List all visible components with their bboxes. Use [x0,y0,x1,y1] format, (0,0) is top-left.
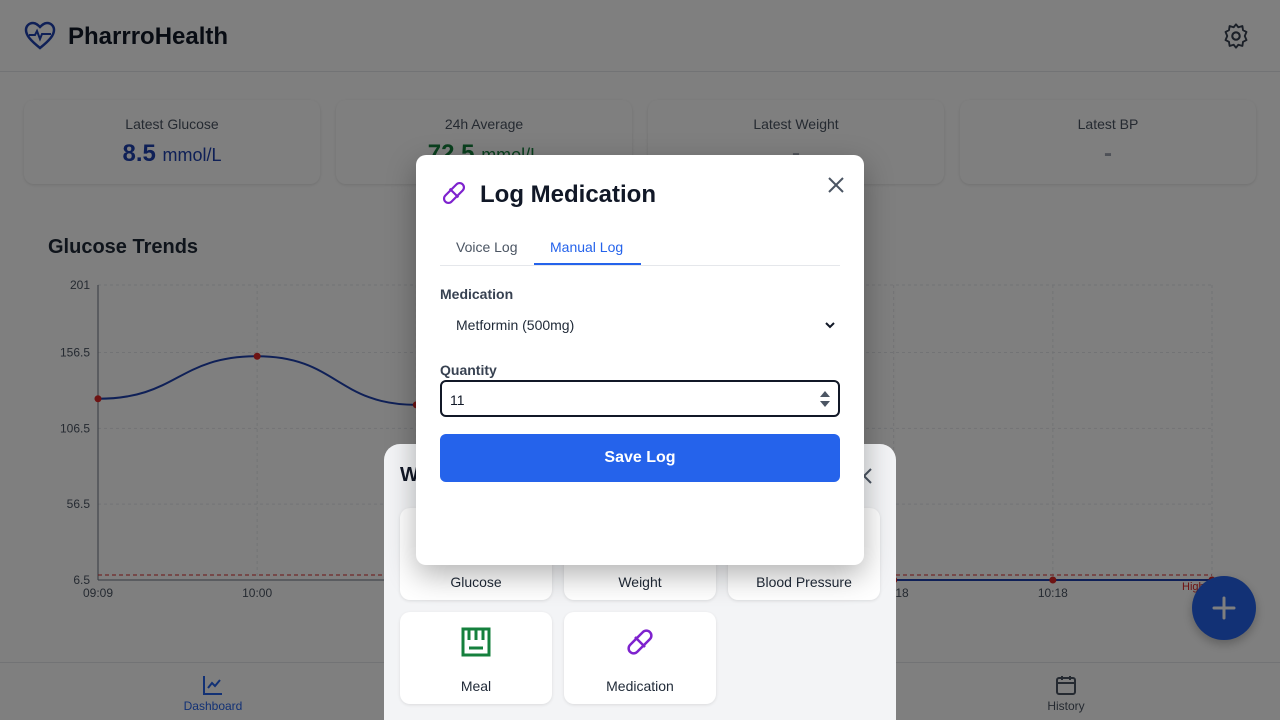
quantity-stepper[interactable]: 11 [440,380,840,417]
tile-label: Medication [606,678,674,694]
tile-label: Blood Pressure [756,574,852,590]
chevron-down-icon [825,322,835,329]
modal-title: Log Medication [480,181,656,208]
medication-select[interactable]: Metformin (500mg) [440,307,840,343]
log-mode-tabs: Voice Log Manual Log [440,231,840,266]
log-medication-modal: Log Medication Voice Log Manual Log Medi… [416,155,864,565]
tile-label: Weight [618,574,662,590]
tile-label: Glucose [450,574,502,590]
medication-label: Medication [440,286,514,302]
tile-label: Meal [460,678,492,694]
medication-selected-value: Metformin (500mg) [456,317,575,333]
quantity-label: Quantity [440,362,497,378]
save-log-button[interactable]: Save Log [440,434,840,482]
pill-icon [442,181,466,205]
close-icon[interactable] [824,173,848,197]
pill-icon [627,629,653,655]
tab-manual-log[interactable]: Manual Log [550,239,623,255]
active-tab-indicator [534,263,641,265]
meal-icon [461,627,491,657]
quantity-value: 11 [450,392,465,408]
stepper-arrows-icon[interactable] [819,389,831,409]
tab-voice-log[interactable]: Voice Log [456,239,518,255]
tile-meal[interactable]: Meal [400,612,552,704]
tile-medication[interactable]: Medication [564,612,716,704]
